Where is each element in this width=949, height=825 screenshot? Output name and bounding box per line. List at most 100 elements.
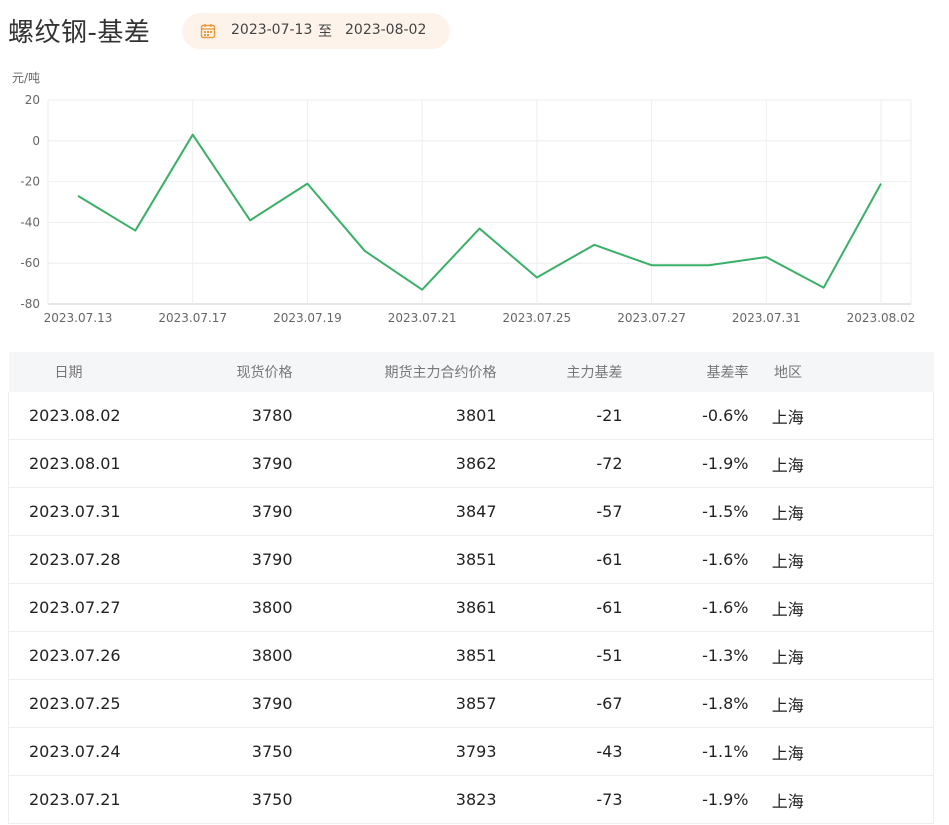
cell-basis: -61 [496,583,623,632]
y-tick-label: 0 [32,134,40,148]
cell-spot-price: 3790 [174,535,293,584]
cell-date: 2023.07.26 [8,631,175,680]
basis-line-chart: 元/吨 20 0 -20 -40 -60 -80 2023.07.13 2023.07.17… [0,64,949,334]
table-row: 2023.07.27 3800 3861 -61 -1.6% 上海 [8,583,934,632]
table-row: 2023.07.21 3750 3823 -73 -1.9% 上海 [8,775,934,824]
cell-spot-price: 3780 [174,392,293,440]
cell-date: 2023.07.31 [8,487,175,536]
cell-region: 上海 [748,439,934,488]
cell-basis: -73 [496,775,623,824]
cell-basis: -43 [496,727,623,776]
series-layer [77,133,882,291]
y-tick-label: 20 [25,93,40,107]
header-basis-rate[interactable]: 基差率 [623,352,749,392]
cell-futures-price: 3857 [292,679,497,728]
x-tick-label: 2023.08.02 [847,311,916,325]
basis-table: 日期 现货价格 期货主力合约价格 主力基差 基差率 地区 2023.08.02 3… [8,352,934,824]
cell-basis-rate: -1.5% [622,487,749,536]
x-tick-label: 2023.07.25 [502,311,571,325]
date-range-picker[interactable]: 2023-07-13 至 2023-08-02 [182,13,450,49]
cell-date: 2023.07.24 [8,727,175,776]
cell-region: 上海 [748,392,934,440]
y-tick-label: -60 [20,256,40,270]
cell-region: 上海 [748,679,934,728]
cell-basis: -57 [496,487,623,536]
cell-basis-rate: -1.8% [622,679,749,728]
start-date[interactable]: 2023-07-13 [231,22,312,38]
table-row: 2023.08.01 3790 3862 -72 -1.9% 上海 [8,439,934,488]
table-row: 2023.08.02 3780 3801 -21 -0.6% 上海 [8,392,934,440]
cell-basis-rate: -1.9% [622,775,749,824]
cell-spot-price: 3800 [174,631,293,680]
cell-futures-price: 3801 [292,392,497,440]
y-tick-label: -20 [20,175,40,189]
basis-page: 螺纹钢-基差 2023-07-13 至 2023-08-02 元/吨 20 0 -2… [0,0,949,825]
x-tick-layer: 2023.07.13 2023.07.17 2023.07.19 2023.07.21… [44,311,916,325]
table-row: 2023.07.24 3750 3793 -43 -1.1% 上海 [8,727,934,776]
table-header-row: 日期 现货价格 期货主力合约价格 主力基差 基差率 地区 [8,352,934,392]
cell-futures-price: 3823 [292,775,497,824]
cell-futures-price: 3851 [292,631,497,680]
calendar-icon [200,23,216,43]
cell-region: 上海 [748,631,934,680]
cell-spot-price: 3790 [174,439,293,488]
cell-futures-price: 3847 [292,487,497,536]
cell-date: 2023.08.01 [8,439,175,488]
y-tick-label: -80 [20,297,40,311]
cell-basis-rate: -1.9% [622,439,749,488]
x-tick-label: 2023.07.17 [158,311,227,325]
cell-date: 2023.07.21 [8,775,175,824]
cell-futures-price: 3793 [292,727,497,776]
cell-basis: -61 [496,535,623,584]
cell-basis: -67 [496,679,623,728]
cell-region: 上海 [748,775,934,824]
x-tick-label: 2023.07.19 [273,311,342,325]
header-date[interactable]: 日期 [9,352,175,392]
cell-date: 2023.07.27 [8,583,175,632]
cell-spot-price: 3790 [174,679,293,728]
cell-date: 2023.08.02 [8,392,175,440]
cell-futures-price: 3861 [292,583,497,632]
table-row: 2023.07.28 3790 3851 -61 -1.6% 上海 [8,535,934,584]
cell-basis: -21 [496,392,623,440]
cell-region: 上海 [748,727,934,776]
cell-futures-price: 3862 [292,439,497,488]
cell-spot-price: 3800 [174,583,293,632]
cell-futures-price: 3851 [292,535,497,584]
cell-basis: -72 [496,439,623,488]
date-separator: 至 [318,24,332,40]
cell-basis-rate: -0.6% [622,392,749,440]
cell-date: 2023.07.25 [8,679,175,728]
page-title: 螺纹钢-基差 [8,18,151,48]
table-body: 2023.08.02 3780 3801 -21 -0.6% 上海 2023.08.01 37… [8,392,934,824]
x-tick-label: 2023.07.13 [44,311,113,325]
cell-date: 2023.07.28 [8,535,175,584]
y-tick-layer: 20 0 -20 -40 -60 -80 [20,93,40,311]
cell-basis-rate: -1.1% [622,727,749,776]
end-date[interactable]: 2023-08-02 [345,22,426,38]
table-row: 2023.07.31 3790 3847 -57 -1.5% 上海 [8,487,934,536]
x-tick-label: 2023.07.27 [617,311,686,325]
header-futures-price[interactable]: 期货主力合约价格 [293,352,497,392]
series-line [77,133,882,291]
header-region[interactable]: 地区 [749,352,934,392]
header-spot-price[interactable]: 现货价格 [175,352,293,392]
cell-spot-price: 3790 [174,487,293,536]
cell-spot-price: 3750 [174,727,293,776]
table-row: 2023.07.26 3800 3851 -51 -1.3% 上海 [8,631,934,680]
cell-region: 上海 [748,583,934,632]
table-row: 2023.07.25 3790 3857 -67 -1.8% 上海 [8,679,934,728]
cell-basis: -51 [496,631,623,680]
y-tick-label: -40 [20,215,40,229]
chart-svg: 元/吨 20 0 -20 -40 -60 -80 2023.07.13 2023.07.17… [12,71,916,325]
x-tick-label: 2023.07.21 [388,311,457,325]
header-basis[interactable]: 主力基差 [497,352,623,392]
cell-basis-rate: -1.6% [622,583,749,632]
cell-region: 上海 [748,487,934,536]
cell-spot-price: 3750 [174,775,293,824]
cell-basis-rate: -1.3% [622,631,749,680]
grid-layer [47,99,912,305]
cell-region: 上海 [748,535,934,584]
cell-basis-rate: -1.6% [622,535,749,584]
y-axis-unit-label: 元/吨 [12,71,40,85]
